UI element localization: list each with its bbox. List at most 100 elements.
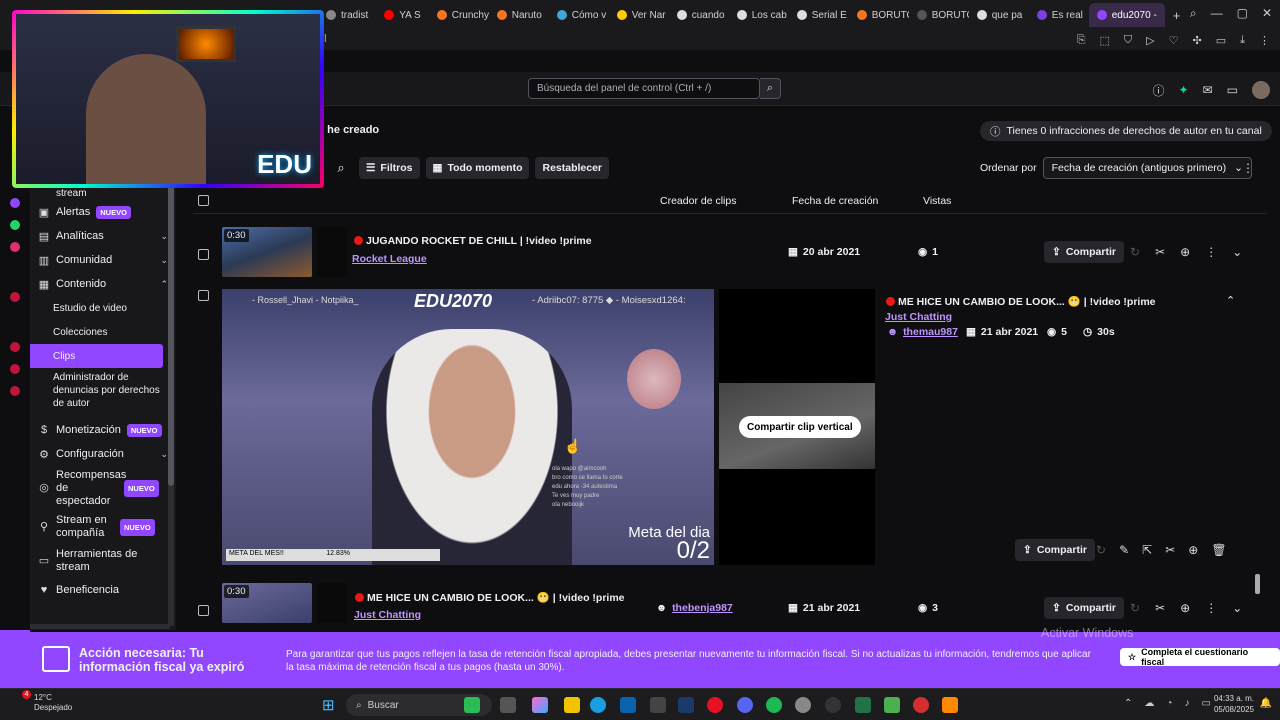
browser-tab-active[interactable]: edu2070 - [1088,3,1165,27]
onedrive-icon[interactable]: ☁ [1144,698,1154,709]
clip-creator[interactable]: ☻ themau987 [887,326,958,338]
add-icon[interactable]: ⊕ [1180,601,1190,615]
browser-tab[interactable]: cuando [669,3,729,27]
search-button[interactable]: ⌕ [760,78,781,99]
browser-tab[interactable]: BORUTO [909,3,969,27]
obs-icon[interactable] [825,697,841,713]
clip-thumbnail[interactable]: 0:30 [222,583,312,623]
browser-tab[interactable]: que pa [969,3,1029,27]
wallet-icon[interactable]: ▭ [1216,34,1226,47]
windows-start-icon[interactable]: ⊞ [322,696,335,714]
save-icon[interactable]: ⛉ [1124,34,1132,47]
opera-icon[interactable] [707,697,723,713]
weather-widget[interactable]: 4 12°C Despejado [12,690,72,713]
heart-icon[interactable]: ♡ [1169,34,1179,47]
browser-tab[interactable]: Los cab [729,3,789,27]
sidebar-item-clips[interactable]: Clips [30,344,163,368]
search-tabs-icon[interactable]: ⌕ [1190,6,1197,21]
clock-icon[interactable] [10,364,20,374]
clip-category[interactable]: Just Chatting [885,311,952,323]
copyright-notice[interactable]: ⓘ Tienes 0 infracciones de derechos de au… [980,121,1272,141]
play-icon[interactable]: ▷ [1146,34,1154,47]
screenshot-icon[interactable]: ⬚ [1100,34,1110,47]
extensions-icon[interactable]: ✣ [1193,34,1202,47]
cast-icon[interactable]: ⎘ [1077,34,1086,47]
vlc-icon[interactable] [942,697,958,713]
add-icon[interactable]: ⊕ [1188,543,1198,557]
clip-thumbnail[interactable]: 0:30 [222,227,312,277]
sidebar-item-settings[interactable]: ⚙ Configuración ⌄ [30,442,176,466]
filters-button[interactable]: ☰ Filtros [359,157,420,179]
add-icon[interactable]: ⊕ [1180,245,1190,259]
time-range-button[interactable]: ▦ Todo momento [425,157,530,179]
sidebar-item-content[interactable]: ▦ Contenido ⌃ [30,272,176,296]
share-button[interactable]: ⇪ Compartir [1015,539,1095,561]
row-checkbox[interactable] [198,249,209,260]
chevron-up-icon[interactable]: ⌃ [1226,294,1235,307]
clip-category[interactable]: Just Chatting [354,609,421,620]
help-icon[interactable]: ⓘ [1153,82,1165,99]
pin-icon[interactable]: ✎ [1119,543,1129,557]
refresh-icon[interactable]: ↻ [1130,601,1140,615]
more-options-icon[interactable]: ⋮ [1205,245,1217,259]
file-explorer-icon[interactable] [564,697,580,713]
search-icon[interactable]: ⌕ [329,160,353,176]
share-vertical-clip-button[interactable]: Compartir clip vertical [739,416,861,438]
settings-icon[interactable] [795,697,811,713]
sidebar-item-community[interactable]: ▥ Comunidad ⌄ [30,248,176,272]
share-button[interactable]: ⇪ Compartir [1044,241,1124,263]
task-view-icon[interactable] [500,697,516,713]
search-input[interactable]: Búsqueda del panel de control (Ctrl + /) [528,78,760,99]
chat-icon[interactable]: ▭ [1227,83,1238,97]
scissors-icon[interactable]: ✂ [1155,601,1165,615]
trash-icon[interactable]: 🗑 [1211,543,1226,557]
refresh-icon[interactable]: ↻ [1130,245,1140,259]
tax-questionnaire-button[interactable]: ☆ Completa el cuestionario fiscal [1120,647,1280,667]
instagram-icon[interactable] [10,242,20,252]
row-checkbox[interactable] [198,290,209,301]
sort-select[interactable]: Fecha de creación (antiguos primero) ⌄ [1042,157,1252,179]
scissors-icon[interactable]: ✂ [1155,245,1165,259]
clip-title[interactable]: ME HICE UN CAMBIO DE LOOK... 😬 | !video … [886,295,1156,308]
taskbar-clock[interactable]: 04:33 a. m. 05/08/2025 [1214,693,1254,715]
column-views[interactable]: Vistas [923,195,951,207]
main-scrollbar[interactable] [1255,188,1263,626]
sidebar-item-stream-tools[interactable]: ▭ Herramientas de stream [30,544,176,578]
inbox-icon[interactable]: ✉ [1203,83,1213,97]
sidebar-item-rewards[interactable]: ◎ Recompensas de espectador NUEVO [30,466,176,510]
browser-tab[interactable]: YA S [376,3,429,27]
close-button[interactable]: ✕ [1262,6,1272,21]
history-icon[interactable] [10,342,20,352]
sparkle-icon[interactable]: ✦ [1179,83,1189,97]
sidebar-item-charity[interactable]: ♥ Beneficencia [30,578,176,602]
share-button[interactable]: ⇪ Compartir [1044,597,1124,619]
whatsapp-icon[interactable] [10,220,20,230]
clip-title[interactable]: ME HICE UN CAMBIO DE LOOK... 😬 | !video … [355,591,625,604]
sidebar-item-alerts[interactable]: ▣ Alertas NUEVO [30,200,176,224]
download-icon[interactable]: ⤓ [1240,34,1245,47]
chevron-down-icon[interactable]: ⌄ [1232,245,1242,259]
refresh-icon[interactable]: ↻ [1096,543,1106,557]
edge-icon[interactable] [590,697,606,713]
sidebar-item-stream[interactable]: stream [30,186,176,200]
more-options-icon[interactable]: ⋮ [1242,161,1254,175]
app-icon[interactable] [913,697,929,713]
browser-tab[interactable]: Serial E [789,3,849,27]
twitch-icon[interactable] [10,198,20,208]
clip-title[interactable]: JUGANDO ROCKET DE CHILL | !video !prime [354,235,592,247]
excel-icon[interactable] [855,697,871,713]
row-checkbox[interactable] [198,605,209,616]
browser-tab[interactable]: tradist [318,3,376,27]
sidebar-horizontal-scrollbar[interactable] [30,624,170,629]
clip-category[interactable]: Rocket League [352,253,427,265]
record-icon[interactable] [10,292,20,302]
sidebar-item-collections[interactable]: Colecciones [30,320,176,344]
browser-tab[interactable]: Naruto [489,3,549,27]
app-icon[interactable] [650,697,666,713]
more-options-icon[interactable]: ⋮ [1205,601,1217,615]
battery-icon[interactable]: ▭ [1201,698,1210,709]
clip-vertical-thumbnail[interactable] [317,227,347,277]
select-all-checkbox[interactable] [198,195,209,206]
browser-tab[interactable]: Ver Nar [609,3,669,27]
sidebar-scrollbar[interactable] [168,186,174,626]
